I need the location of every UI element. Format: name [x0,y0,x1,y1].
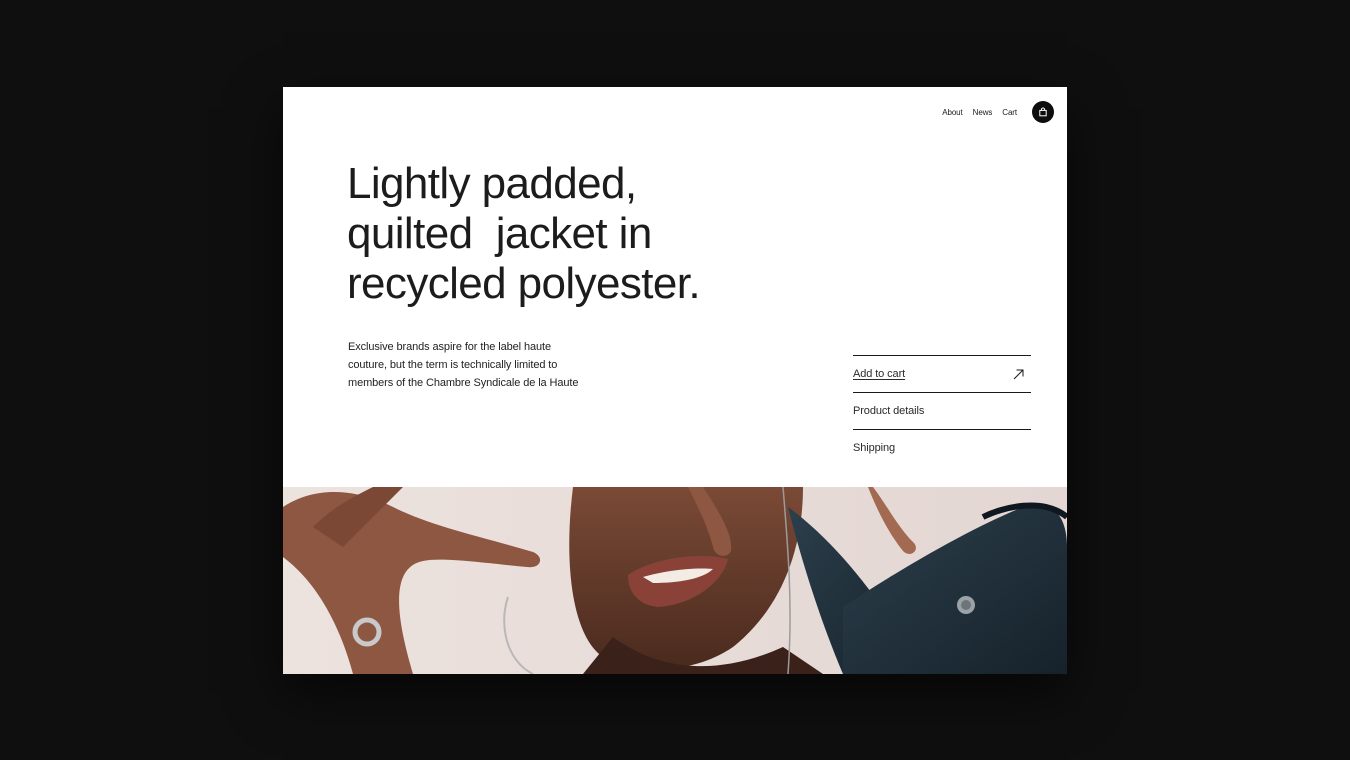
product-description: Exclusive brands aspire for the label ha… [348,338,588,392]
model-photo [283,486,1067,674]
shopping-bag-icon [1039,107,1047,117]
nav-news-link[interactable]: News [973,108,993,117]
headline-line: Lightly padded, [347,159,637,208]
top-nav: About News Cart [932,101,1054,123]
add-to-cart-button[interactable]: Add to cart [853,355,1031,392]
description-line: Exclusive brands aspire for the label ha… [348,341,551,353]
product-details-label: Product details [853,405,925,417]
arrow-up-right-icon [1013,369,1024,379]
description-line: members of the Chambre Syndicale de la H… [348,377,579,389]
nav-about-link[interactable]: About [942,108,963,117]
shipping-row[interactable]: Shipping [853,429,1031,466]
nav-cart-link[interactable]: Cart [1002,108,1017,117]
product-headline: Lightly padded, quilted jacket in recycl… [347,159,767,309]
headline-line: recycled polyester. [347,259,701,308]
product-page: About News Cart Lightly padded, quilted … [283,87,1067,674]
add-to-cart-label: Add to cart [853,368,906,380]
description-line: couture, but the term is technically lim… [348,359,558,371]
model-photo-illustration [283,486,1067,674]
headline-line: quilted jacket in [347,209,652,258]
product-actions: Add to cart Product details Shipping [853,355,1031,466]
shipping-label: Shipping [853,442,896,454]
cart-button[interactable] [1032,101,1054,123]
product-details-row[interactable]: Product details [853,392,1031,429]
